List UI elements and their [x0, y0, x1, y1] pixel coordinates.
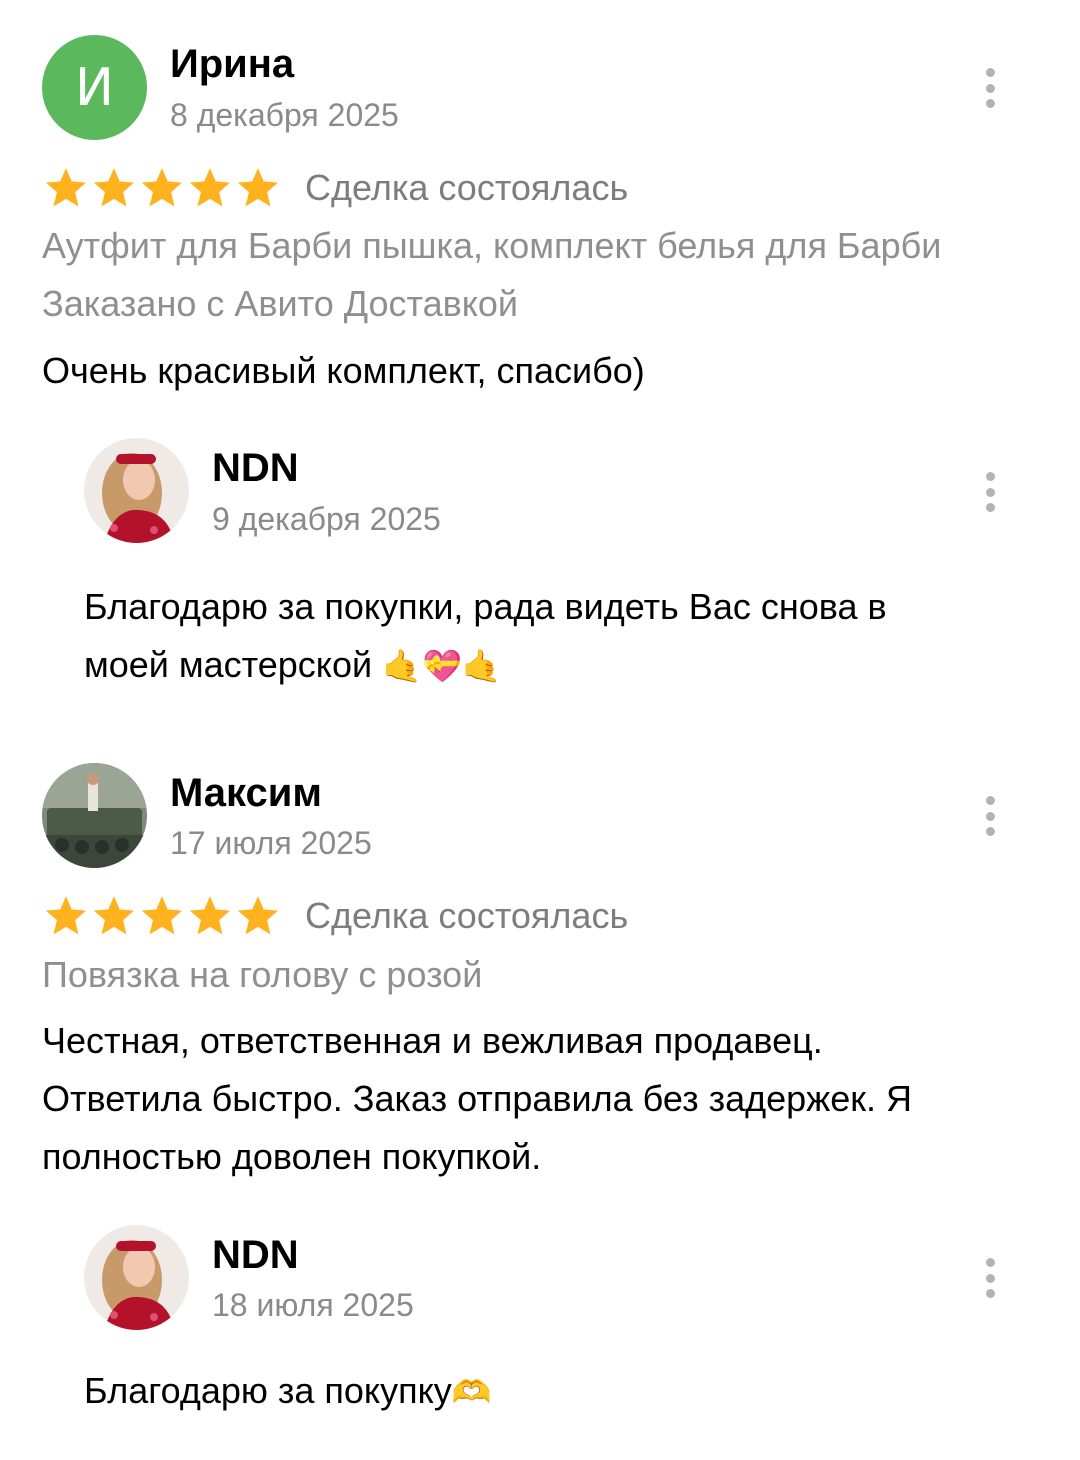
- reply-text-line: моей мастерской 🤙💝🤙: [84, 636, 887, 695]
- avatar-ndn[interactable]: [84, 438, 189, 543]
- emoji: 🫶: [451, 1373, 492, 1411]
- star-icon: [237, 896, 279, 935]
- review-text-line: полностью доволен покупкой.: [42, 1136, 542, 1177]
- reply-text: Благодарю за покупки, рада видеть Вас сн…: [84, 578, 887, 695]
- avatar-ndn[interactable]: [84, 1225, 189, 1330]
- seller-photo-icon: [84, 1225, 189, 1330]
- review-date: 8 декабря 2025: [170, 97, 399, 133]
- author-name[interactable]: Максим: [170, 771, 322, 816]
- avatar-letter: И: [75, 57, 114, 118]
- rating-stars: [44, 168, 280, 210]
- review-text: Очень красивый комплект, спасибо): [42, 350, 645, 391]
- reply-text-line: Благодарю за покупки, рада видеть Вас сн…: [84, 586, 887, 627]
- star-icon: [45, 168, 87, 207]
- delivery-note: Заказано с Авито Доставкой: [42, 283, 519, 324]
- star-icon: [141, 168, 183, 207]
- review-text: Честная, ответственная и вежливая продав…: [42, 1012, 912, 1186]
- seller-photo-icon: [84, 438, 189, 543]
- deal-status: Сделка состоялась: [305, 167, 629, 208]
- item-name[interactable]: Аутфит для Барби пышка, комплект белья д…: [42, 225, 941, 267]
- reply-date: 9 декабря 2025: [212, 501, 441, 537]
- star-icon: [93, 168, 135, 207]
- rating-stars: [44, 896, 280, 938]
- seller-name[interactable]: NDN: [212, 1233, 299, 1278]
- star-icon: [189, 896, 231, 935]
- star-icon: [141, 896, 183, 935]
- avatar-maksim[interactable]: [42, 763, 147, 868]
- more-menu-icon[interactable]: [978, 472, 1002, 512]
- reply-text: Благодарю за покупку🫶: [84, 1362, 492, 1421]
- review-date: 17 июля 2025: [170, 825, 372, 861]
- user-photo-icon: [42, 763, 147, 868]
- reply-text-part: Благодарю за покупку: [84, 1370, 452, 1411]
- reply-text-part: моей мастерской: [84, 644, 373, 685]
- star-icon: [45, 896, 87, 935]
- more-menu-icon[interactable]: [978, 68, 1002, 108]
- star-icon: [93, 896, 135, 935]
- author-name[interactable]: Ирина: [170, 42, 294, 87]
- reply-date: 18 июля 2025: [212, 1287, 414, 1323]
- emoji: 🤙💝🤙: [382, 647, 502, 685]
- review-text-line: Честная, ответственная и вежливая продав…: [42, 1020, 823, 1061]
- more-menu-icon[interactable]: [978, 1258, 1002, 1298]
- review-text-line: Ответила быстро. Заказ отправила без зад…: [42, 1078, 913, 1119]
- seller-name[interactable]: NDN: [212, 446, 299, 491]
- more-menu-icon[interactable]: [978, 796, 1002, 836]
- avatar-irina[interactable]: И: [42, 35, 147, 140]
- star-icon: [189, 168, 231, 207]
- deal-status: Сделка состоялась: [305, 895, 629, 936]
- item-name[interactable]: Повязка на голову с розой: [42, 954, 482, 996]
- star-icon: [237, 168, 279, 207]
